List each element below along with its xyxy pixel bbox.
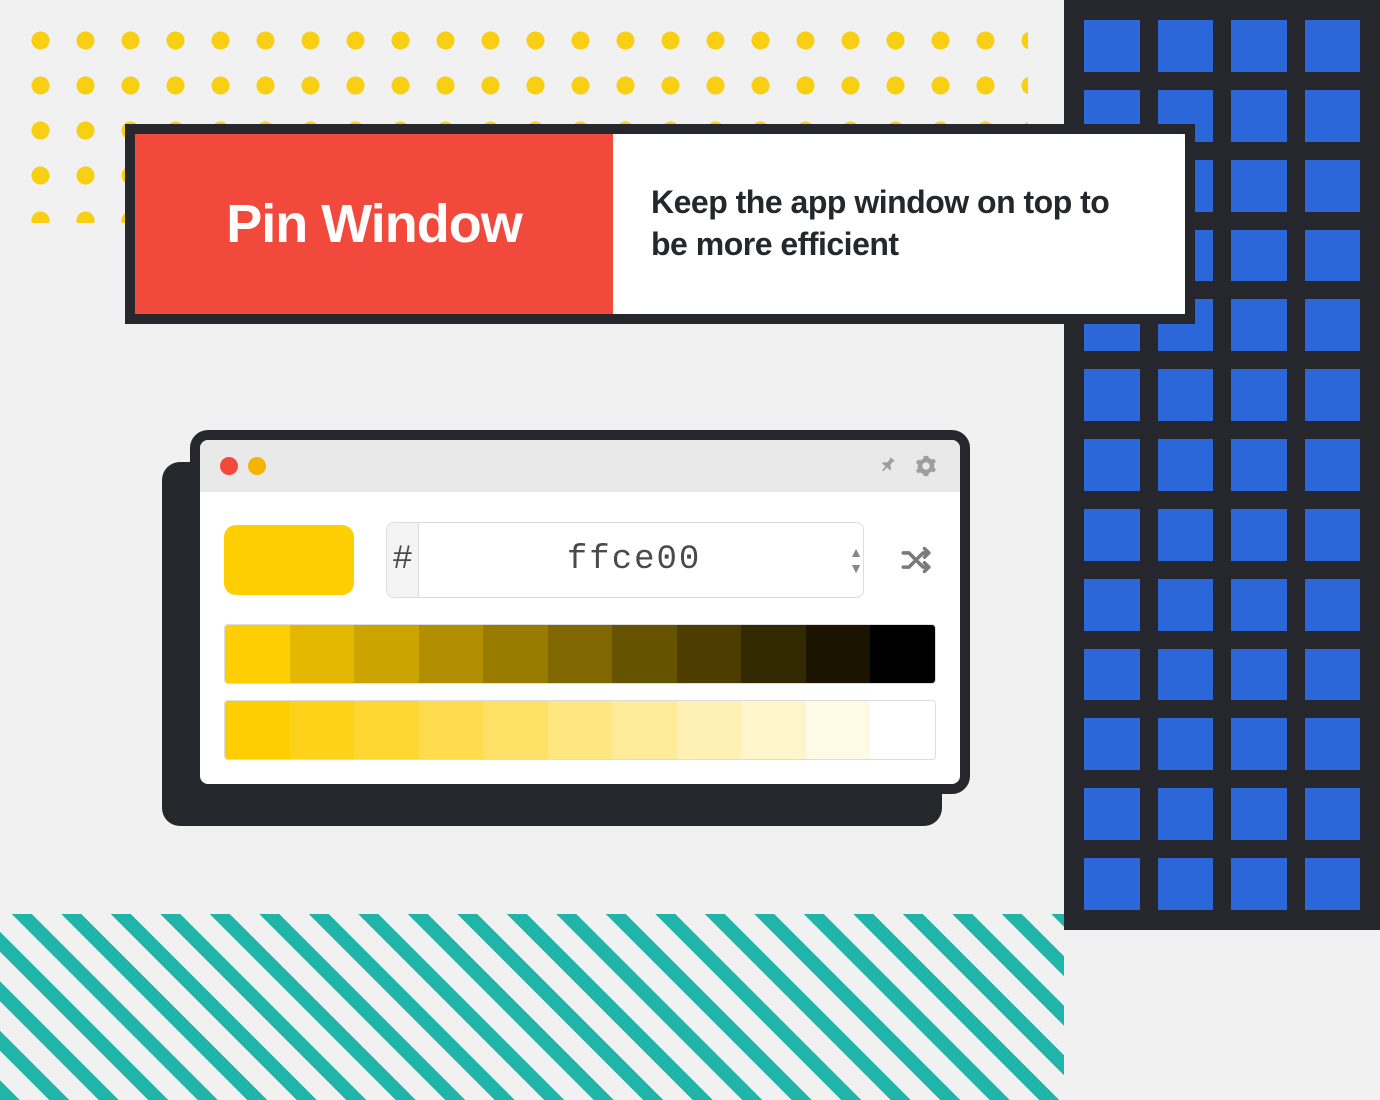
- color-cell[interactable]: [483, 701, 548, 759]
- gear-icon[interactable]: [912, 452, 940, 480]
- shades-ramp: [224, 624, 936, 684]
- color-cell[interactable]: [419, 625, 484, 683]
- color-cell[interactable]: [806, 625, 871, 683]
- stepper-down-icon[interactable]: ▼: [849, 561, 863, 575]
- hex-input-group: # ▲ ▼: [386, 522, 864, 598]
- hex-input-row: # ▲ ▼: [224, 522, 936, 598]
- color-cell[interactable]: [290, 701, 355, 759]
- shuffle-button[interactable]: [896, 540, 936, 580]
- hex-stepper[interactable]: ▲ ▼: [849, 523, 863, 597]
- color-cell[interactable]: [677, 625, 742, 683]
- color-cell[interactable]: [419, 701, 484, 759]
- color-cell[interactable]: [290, 625, 355, 683]
- traffic-light-close[interactable]: [220, 457, 238, 475]
- traffic-light-minimize[interactable]: [248, 457, 266, 475]
- color-cell[interactable]: [870, 701, 935, 759]
- feature-description-block: Keep the app window on top to be more ef…: [613, 134, 1185, 314]
- color-cell[interactable]: [806, 701, 871, 759]
- teal-stripes-background: [0, 914, 1064, 1100]
- window-titlebar: [200, 440, 960, 492]
- window-body: # ▲ ▼: [200, 492, 960, 784]
- color-cell[interactable]: [612, 701, 677, 759]
- color-cell[interactable]: [741, 701, 806, 759]
- color-cell[interactable]: [225, 701, 290, 759]
- color-cell[interactable]: [870, 625, 935, 683]
- feature-description: Keep the app window on top to be more ef…: [651, 182, 1147, 265]
- color-cell[interactable]: [354, 701, 419, 759]
- feature-title-block: Pin Window: [135, 134, 613, 314]
- color-swatch[interactable]: [224, 525, 354, 595]
- color-cell[interactable]: [741, 625, 806, 683]
- pin-icon[interactable]: [874, 452, 902, 480]
- color-cell[interactable]: [548, 625, 613, 683]
- hex-input[interactable]: [419, 523, 849, 597]
- color-cell[interactable]: [225, 625, 290, 683]
- app-window-wrap: # ▲ ▼: [190, 430, 970, 794]
- tints-ramp: [224, 700, 936, 760]
- feature-title: Pin Window: [226, 193, 521, 255]
- hex-prefix-label: #: [387, 523, 419, 597]
- feature-header: Pin Window Keep the app window on top to…: [125, 124, 1195, 324]
- stepper-up-icon[interactable]: ▲: [849, 545, 863, 559]
- color-cell[interactable]: [612, 625, 677, 683]
- color-cell[interactable]: [483, 625, 548, 683]
- color-cell[interactable]: [548, 701, 613, 759]
- app-window: # ▲ ▼: [190, 430, 970, 794]
- color-cell[interactable]: [677, 701, 742, 759]
- color-cell[interactable]: [354, 625, 419, 683]
